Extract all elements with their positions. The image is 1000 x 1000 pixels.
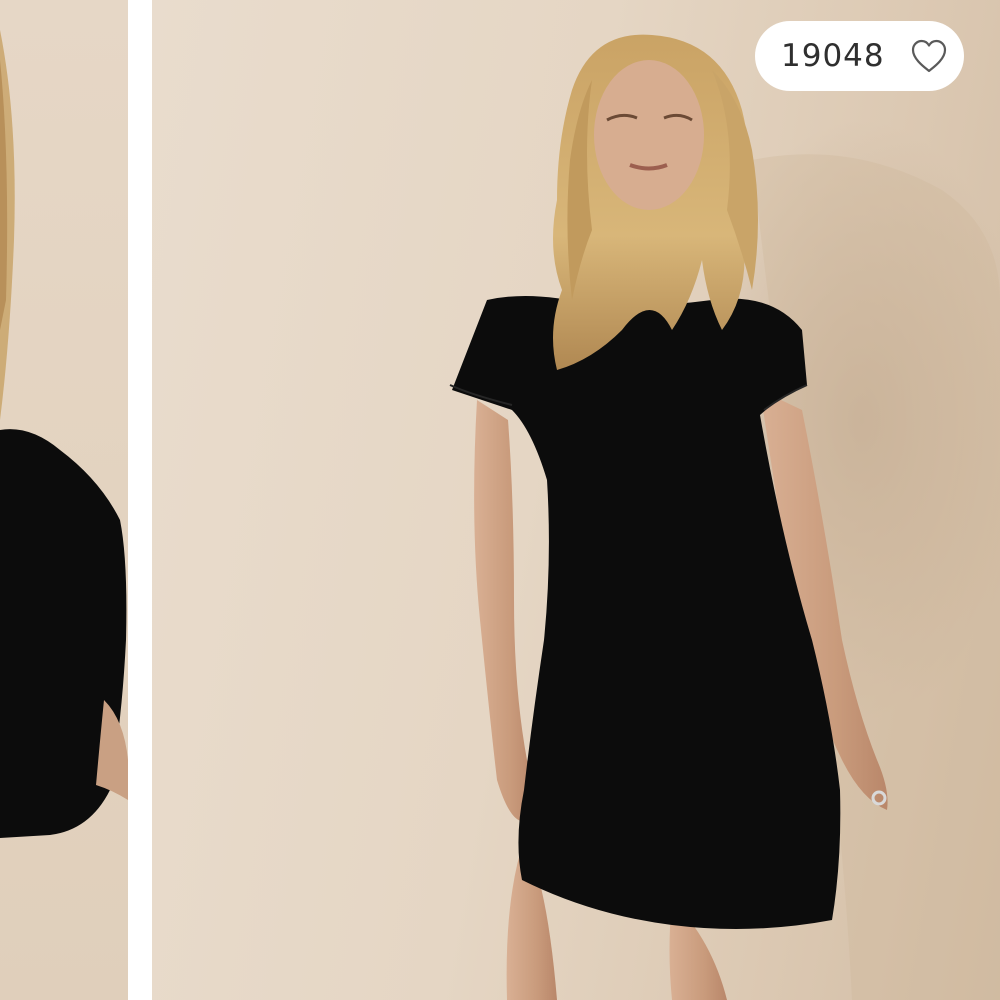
current-product-image[interactable] bbox=[152, 0, 1000, 1000]
heart-outline-icon[interactable] bbox=[910, 38, 948, 74]
product-image-carousel[interactable]: 19048 bbox=[0, 0, 1000, 1000]
previous-product-image[interactable] bbox=[0, 0, 128, 1000]
model-photo bbox=[449, 34, 1000, 1000]
like-count: 19048 bbox=[781, 38, 885, 74]
previous-photo bbox=[0, 30, 128, 838]
